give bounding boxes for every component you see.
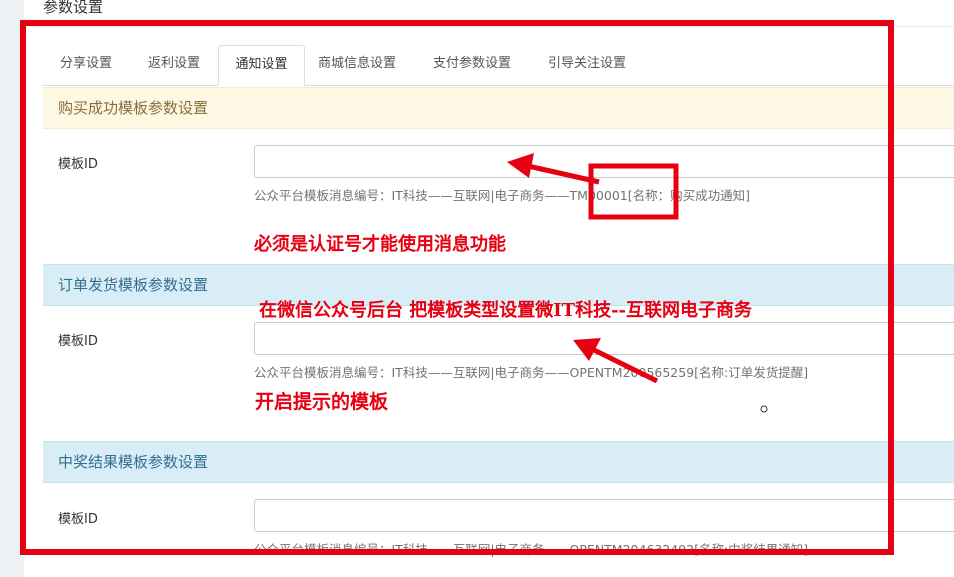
tab-share-settings[interactable]: 分享设置 bbox=[43, 45, 129, 85]
left-sidebar-edge bbox=[0, 0, 24, 577]
tab-notification-settings[interactable]: 通知设置 bbox=[218, 45, 305, 86]
tab-follow-guide-settings[interactable]: 引导关注设置 bbox=[537, 45, 637, 85]
lottery-template-help: 公众平台模板消息编号：IT科技——互联网|电子商务——OPENTM2046324… bbox=[254, 542, 809, 557]
template-id-label: 模板ID bbox=[58, 157, 98, 172]
tab-rebate-settings[interactable]: 返利设置 bbox=[131, 45, 217, 85]
purchase-template-id-input[interactable] bbox=[254, 145, 954, 178]
annotation-backend-note: 在微信公众号后台 把模板类型设置微IT科技--互联网电子商务 bbox=[259, 300, 753, 321]
purchase-template-help: 公众平台模板消息编号：IT科技——互联网|电子商务——TM00001[名称：购买… bbox=[254, 188, 750, 203]
annotation-verified-note: 必须是认证号才能使用消息功能 bbox=[254, 234, 506, 255]
annotation-enable-note: 开启提示的模板 bbox=[255, 391, 389, 413]
settings-tabs: 分享设置 返利设置 通知设置 商城信息设置 支付参数设置 引导关注设置 bbox=[43, 45, 954, 86]
page-title: 参数设置 bbox=[43, 0, 104, 16]
shipping-template-help: 公众平台模板消息编号：IT科技——互联网|电子商务——OPENTM2005652… bbox=[254, 365, 809, 380]
section-header-lottery-result: 中奖结果模板参数设置 bbox=[43, 441, 954, 483]
lottery-template-id-input[interactable] bbox=[254, 499, 954, 532]
template-id-label: 模板ID bbox=[58, 334, 98, 349]
shipping-template-id-input[interactable] bbox=[254, 322, 954, 355]
section-header-purchase-success: 购买成功模板参数设置 bbox=[43, 87, 954, 129]
tab-payment-settings[interactable]: 支付参数设置 bbox=[422, 45, 522, 85]
template-id-label: 模板ID bbox=[58, 512, 98, 527]
tab-mall-info-settings[interactable]: 商城信息设置 bbox=[307, 45, 407, 85]
